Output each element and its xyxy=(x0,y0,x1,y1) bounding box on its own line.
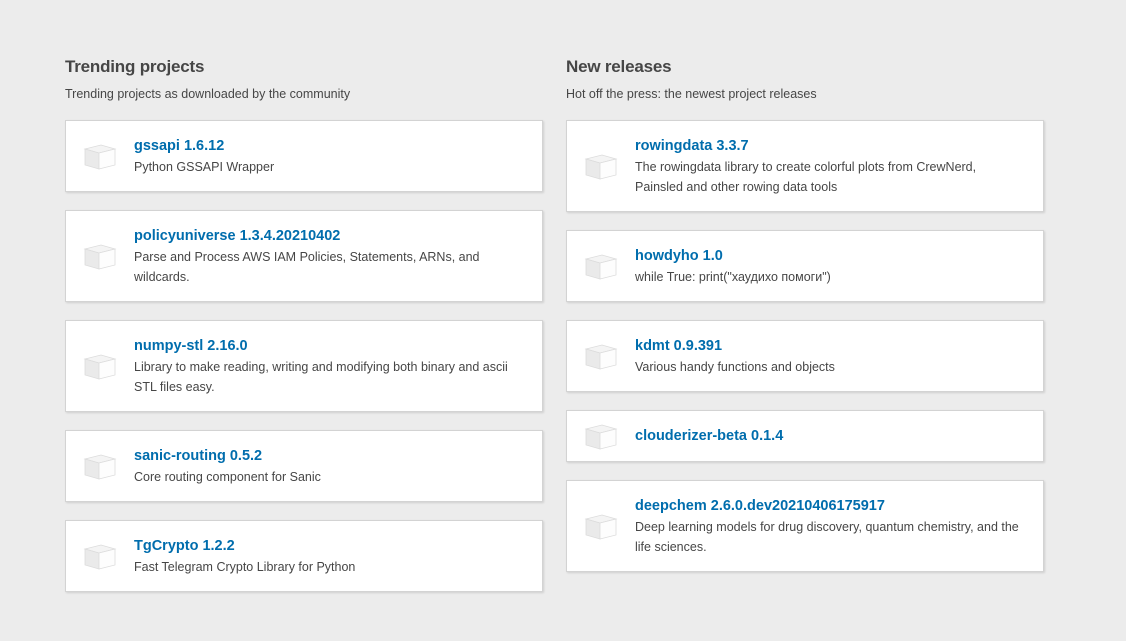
package-cube-icon xyxy=(82,450,118,482)
package-cube-icon xyxy=(82,140,118,172)
release-card-deepchem[interactable]: deepchem 2.6.0.dev20210406175917 Deep le… xyxy=(566,480,1044,572)
package-description: Python GSSAPI Wrapper xyxy=(134,160,275,174)
package-name[interactable]: clouderizer-beta 0.1.4 xyxy=(635,425,1027,447)
new-releases-title: New releases xyxy=(566,57,672,76)
package-cube-icon xyxy=(82,350,118,382)
package-cube-icon xyxy=(583,340,619,372)
package-name[interactable]: kdmt 0.9.391 xyxy=(635,335,1027,357)
package-cube-icon xyxy=(583,250,619,282)
package-description: Deep learning models for drug discovery,… xyxy=(635,520,1019,554)
package-description: while True: print("хаудихо помоги") xyxy=(635,270,831,284)
package-name[interactable]: rowingdata 3.3.7 xyxy=(635,135,1027,157)
projects-section: Trending projects Trending projects as d… xyxy=(65,56,1045,610)
package-description: The rowingdata library to create colorfu… xyxy=(635,160,977,194)
release-card-rowingdata[interactable]: rowingdata 3.3.7 The rowingdata library … xyxy=(566,120,1044,212)
package-cube-icon xyxy=(583,150,619,182)
package-name[interactable]: gssapi 1.6.12 xyxy=(134,135,526,157)
new-releases-column: New releases Hot off the press: the newe… xyxy=(566,56,1044,610)
package-cube-icon xyxy=(583,510,619,542)
package-name[interactable]: deepchem 2.6.0.dev20210406175917 xyxy=(635,495,1027,517)
package-description: Library to make reading, writing and mod… xyxy=(134,360,508,394)
release-card-howdyho[interactable]: howdyho 1.0 while True: print("хаудихо п… xyxy=(566,230,1044,302)
new-releases-description: Hot off the press: the newest project re… xyxy=(566,87,817,101)
package-name[interactable]: policyuniverse 1.3.4.20210402 xyxy=(134,225,526,247)
package-cube-icon xyxy=(583,420,619,452)
trending-title: Trending projects xyxy=(65,57,205,76)
trending-card-gssapi[interactable]: gssapi 1.6.12 Python GSSAPI Wrapper xyxy=(65,120,543,192)
package-name[interactable]: numpy-stl 2.16.0 xyxy=(134,335,526,357)
release-card-kdmt[interactable]: kdmt 0.9.391 Various handy functions and… xyxy=(566,320,1044,392)
trending-projects-column: Trending projects Trending projects as d… xyxy=(65,56,543,610)
trending-card-tgcrypto[interactable]: TgCrypto 1.2.2 Fast Telegram Crypto Libr… xyxy=(65,520,543,592)
package-name[interactable]: TgCrypto 1.2.2 xyxy=(134,535,526,557)
trending-card-numpy-stl[interactable]: numpy-stl 2.16.0 Library to make reading… xyxy=(65,320,543,412)
package-cube-icon xyxy=(82,240,118,272)
package-description: Core routing component for Sanic xyxy=(134,470,321,484)
package-name[interactable]: sanic-routing 0.5.2 xyxy=(134,445,526,467)
trending-description: Trending projects as downloaded by the c… xyxy=(65,87,351,101)
trending-card-policyuniverse[interactable]: policyuniverse 1.3.4.20210402 Parse and … xyxy=(65,210,543,302)
package-description: Various handy functions and objects xyxy=(635,360,835,374)
package-description: Fast Telegram Crypto Library for Python xyxy=(134,560,356,574)
package-name[interactable]: howdyho 1.0 xyxy=(635,245,1027,267)
package-description: Parse and Process AWS IAM Policies, Stat… xyxy=(134,250,480,284)
trending-card-sanic-routing[interactable]: sanic-routing 0.5.2 Core routing compone… xyxy=(65,430,543,502)
package-cube-icon xyxy=(82,540,118,572)
release-card-clouderizer-beta[interactable]: clouderizer-beta 0.1.4 xyxy=(566,410,1044,462)
